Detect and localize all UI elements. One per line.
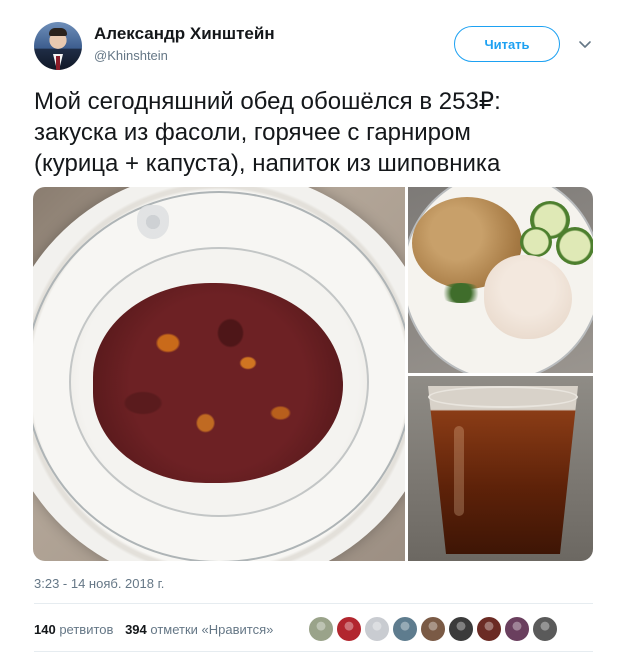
author-name[interactable]: Александр Хинштейн xyxy=(94,24,275,44)
liker-avatar[interactable] xyxy=(504,616,530,642)
beans-salad xyxy=(93,283,343,483)
media-grid xyxy=(33,187,593,561)
glass xyxy=(428,386,578,554)
tweet-stats: 140 ретвитов 394 отметки «Нравится» xyxy=(34,622,281,637)
likes-count: 394 xyxy=(125,622,147,637)
tweet-text-line: Мой сегодняшний обед обошёлся в 253₽: xyxy=(34,88,501,115)
divider xyxy=(34,651,593,652)
cucumber-slice xyxy=(556,227,593,265)
retweets-stat[interactable]: 140 ретвитов xyxy=(34,622,113,637)
photo-chicken-plate[interactable] xyxy=(408,187,593,373)
liker-avatar[interactable] xyxy=(532,616,558,642)
liker-avatar[interactable] xyxy=(364,616,390,642)
retweets-label: ретвитов xyxy=(59,622,114,637)
follow-button[interactable]: Читать xyxy=(454,26,560,62)
author-handle[interactable]: @Khinshtein xyxy=(94,48,168,63)
likes-label: отметки «Нравится» xyxy=(150,622,274,637)
chicken xyxy=(484,255,572,339)
cucumber-slice xyxy=(520,227,552,257)
tweet-text: Мой сегодняшний обед обошёлся в 253₽: за… xyxy=(34,86,594,179)
author-avatar[interactable] xyxy=(34,22,82,70)
chevron-down-icon[interactable] xyxy=(577,36,593,52)
tweet-text-line: закуска из фасоли, горячее с гарниром xyxy=(34,119,471,146)
tweet-text-line: (курица + капуста), напиток из шиповника xyxy=(34,150,501,177)
photo-rosehip-drink[interactable] xyxy=(408,376,593,561)
tweet-timestamp[interactable]: 3:23 - 14 нояб. 2018 г. xyxy=(34,576,164,591)
liker-avatar[interactable] xyxy=(336,616,362,642)
liker-avatar[interactable] xyxy=(448,616,474,642)
divider xyxy=(34,603,593,604)
liker-avatar[interactable] xyxy=(420,616,446,642)
emblem xyxy=(137,205,169,239)
avatar-hair xyxy=(49,28,67,36)
likes-stat[interactable]: 394 отметки «Нравится» xyxy=(125,622,273,637)
media-divider xyxy=(408,373,593,376)
liker-avatar[interactable] xyxy=(308,616,334,642)
avatar-tie xyxy=(56,56,60,70)
glass-rim xyxy=(428,386,578,408)
glass-shine xyxy=(454,426,464,516)
likers-avatars xyxy=(308,616,560,642)
dill xyxy=(438,283,484,303)
liker-avatar[interactable] xyxy=(476,616,502,642)
photo-beans-bowl[interactable] xyxy=(33,187,405,561)
liker-avatar[interactable] xyxy=(392,616,418,642)
retweets-count: 140 xyxy=(34,622,56,637)
tweet-card: Александр Хинштейн @Khinshtein Читать Мо… xyxy=(0,0,627,654)
